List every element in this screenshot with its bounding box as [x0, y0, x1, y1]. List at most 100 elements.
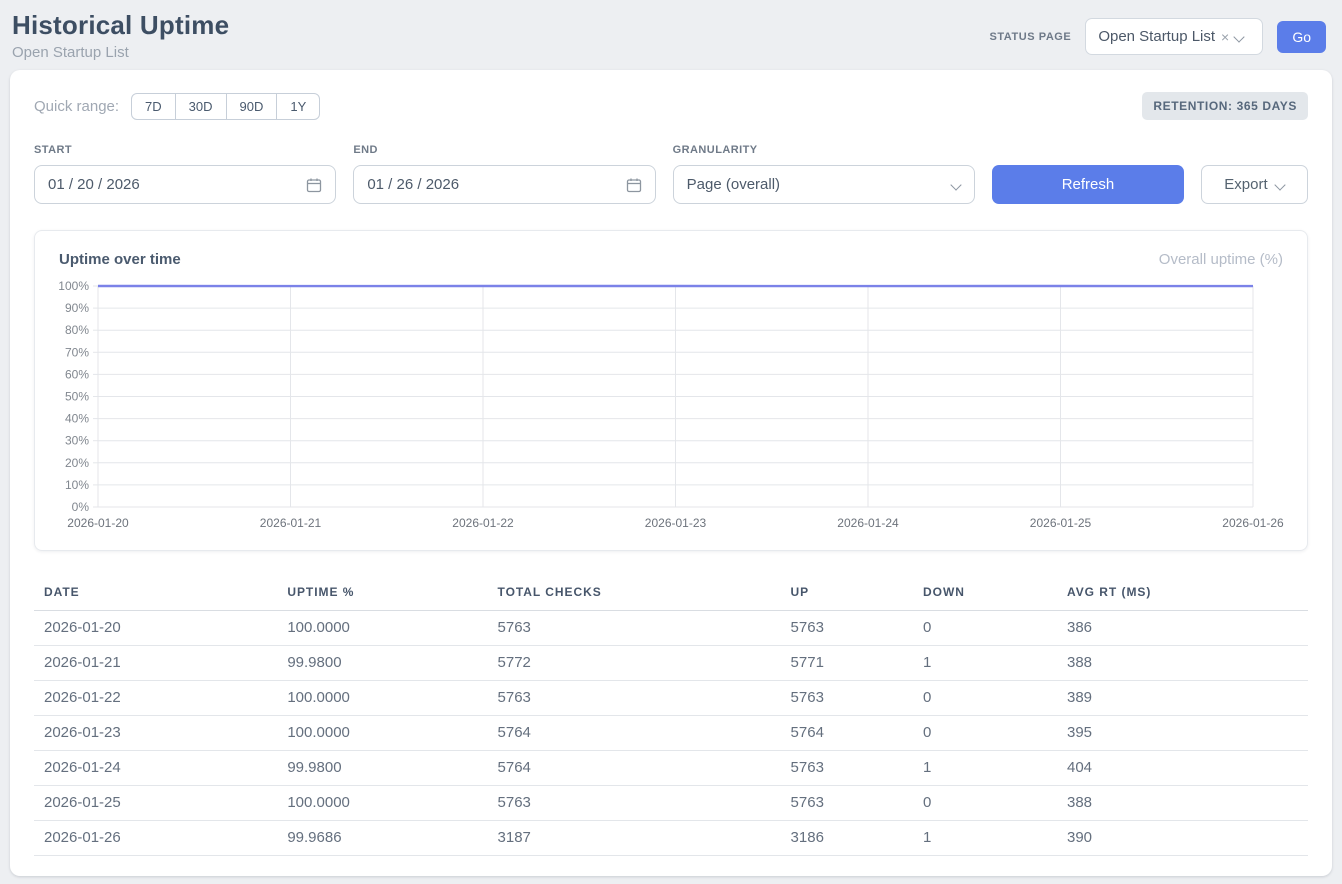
- quick-range-7d[interactable]: 7D: [131, 93, 176, 120]
- table-row: 2026-01-2699.9686318731861390: [34, 821, 1308, 856]
- table-cell: 100.0000: [277, 611, 487, 646]
- table-cell: 388: [1057, 646, 1308, 681]
- table-cell: 389: [1057, 681, 1308, 716]
- column-header: UP: [781, 575, 913, 611]
- calendar-icon[interactable]: [626, 177, 642, 193]
- table-cell: 5772: [488, 646, 781, 681]
- table-cell: 5763: [781, 786, 913, 821]
- table-cell: 386: [1057, 611, 1308, 646]
- table-cell: 404: [1057, 751, 1308, 786]
- chart-card: Uptime over time Overall uptime (%) 0%10…: [34, 230, 1308, 551]
- granularity-field: GRANULARITY Page (overall): [673, 144, 975, 204]
- table-cell: 3187: [488, 821, 781, 856]
- table-cell: 2026-01-26: [34, 821, 277, 856]
- table-body: 2026-01-20100.00005763576303862026-01-21…: [34, 611, 1308, 856]
- table-row: 2026-01-22100.0000576357630389: [34, 681, 1308, 716]
- fields-row: START 01 / 20 / 2026 END 01 / 26 / 2026: [34, 144, 1308, 204]
- page-title: Historical Uptime: [12, 10, 229, 41]
- table-cell: 100.0000: [277, 681, 487, 716]
- export-button[interactable]: Export: [1201, 165, 1308, 204]
- svg-text:40%: 40%: [65, 412, 89, 426]
- page-subtitle: Open Startup List: [12, 44, 229, 61]
- chart-legend: Overall uptime (%): [1159, 251, 1283, 268]
- table-cell: 99.9800: [277, 751, 487, 786]
- title-block: Historical Uptime Open Startup List: [12, 10, 229, 61]
- chevron-down-icon: [1276, 180, 1285, 189]
- table-head: DATEUPTIME %TOTAL CHECKSUPDOWNAVG RT (MS…: [34, 575, 1308, 611]
- go-button[interactable]: Go: [1277, 21, 1326, 53]
- retention-badge: RETENTION: 365 DAYS: [1142, 92, 1308, 120]
- table-cell: 5763: [488, 786, 781, 821]
- start-date-label: START: [34, 144, 336, 156]
- chevron-down-icon: [1235, 32, 1244, 41]
- status-page-select[interactable]: Open Startup List ×: [1085, 18, 1263, 55]
- column-header: UPTIME %: [277, 575, 487, 611]
- header-right: STATUS PAGE Open Startup List × Go: [989, 18, 1326, 55]
- table-cell: 5764: [781, 716, 913, 751]
- table-cell: 5763: [781, 611, 913, 646]
- table-row: 2026-01-2499.9800576457631404: [34, 751, 1308, 786]
- table-header-row: DATEUPTIME %TOTAL CHECKSUPDOWNAVG RT (MS…: [34, 575, 1308, 611]
- table-cell: 100.0000: [277, 716, 487, 751]
- svg-text:2026-01-26: 2026-01-26: [1222, 516, 1284, 530]
- svg-text:50%: 50%: [65, 390, 89, 404]
- controls-top: Quick range: 7D30D90D1Y RETENTION: 365 D…: [34, 92, 1308, 120]
- table-cell: 100.0000: [277, 786, 487, 821]
- table-cell: 390: [1057, 821, 1308, 856]
- table-cell: 1: [913, 821, 1057, 856]
- chart-title: Uptime over time: [59, 251, 181, 268]
- table-cell: 5763: [781, 681, 913, 716]
- table-cell: 2026-01-23: [34, 716, 277, 751]
- end-date-label: END: [353, 144, 655, 156]
- status-page-value: Open Startup List: [1098, 28, 1215, 45]
- table-cell: 5771: [781, 646, 913, 681]
- table-cell: 0: [913, 611, 1057, 646]
- end-date-input[interactable]: 01 / 26 / 2026: [353, 165, 655, 204]
- uptime-chart: 0%10%20%30%40%50%60%70%80%90%100%2026-01…: [59, 278, 1285, 540]
- table-cell: 2026-01-22: [34, 681, 277, 716]
- granularity-label: GRANULARITY: [673, 144, 975, 156]
- svg-text:2026-01-21: 2026-01-21: [260, 516, 322, 530]
- granularity-value: Page (overall): [687, 176, 780, 193]
- chevron-down-icon: [952, 180, 961, 189]
- quick-range-block: Quick range: 7D30D90D1Y: [34, 93, 320, 120]
- uptime-table: DATEUPTIME %TOTAL CHECKSUPDOWNAVG RT (MS…: [34, 575, 1308, 856]
- svg-text:80%: 80%: [65, 323, 89, 337]
- quick-range-1y[interactable]: 1Y: [276, 93, 320, 120]
- svg-text:2026-01-23: 2026-01-23: [645, 516, 707, 530]
- svg-text:30%: 30%: [65, 434, 89, 448]
- table-cell: 5763: [781, 751, 913, 786]
- quick-range-30d[interactable]: 30D: [175, 93, 227, 120]
- clear-icon[interactable]: ×: [1221, 30, 1229, 44]
- table-cell: 388: [1057, 786, 1308, 821]
- end-date-value: 01 / 26 / 2026: [367, 176, 459, 193]
- table-cell: 3186: [781, 821, 913, 856]
- table-cell: 0: [913, 681, 1057, 716]
- table-cell: 0: [913, 786, 1057, 821]
- table-row: 2026-01-23100.0000576457640395: [34, 716, 1308, 751]
- table-cell: 1: [913, 646, 1057, 681]
- svg-text:100%: 100%: [58, 279, 89, 293]
- chart-head: Uptime over time Overall uptime (%): [59, 251, 1283, 268]
- granularity-select[interactable]: Page (overall): [673, 165, 975, 204]
- status-page-label: STATUS PAGE: [989, 31, 1071, 43]
- table-row: 2026-01-25100.0000576357630388: [34, 786, 1308, 821]
- quick-range-90d[interactable]: 90D: [226, 93, 278, 120]
- calendar-icon[interactable]: [306, 177, 322, 193]
- start-date-input[interactable]: 01 / 20 / 2026: [34, 165, 336, 204]
- table-row: 2026-01-20100.0000576357630386: [34, 611, 1308, 646]
- table-cell: 1: [913, 751, 1057, 786]
- refresh-button[interactable]: Refresh: [992, 165, 1184, 204]
- svg-text:2026-01-22: 2026-01-22: [452, 516, 514, 530]
- svg-text:2026-01-20: 2026-01-20: [67, 516, 129, 530]
- quick-range-label: Quick range:: [34, 98, 119, 115]
- page-header: Historical Uptime Open Startup List STAT…: [0, 0, 1342, 70]
- main-panel: Quick range: 7D30D90D1Y RETENTION: 365 D…: [10, 70, 1332, 876]
- start-date-value: 01 / 20 / 2026: [48, 176, 140, 193]
- end-date-field: END 01 / 26 / 2026: [353, 144, 655, 204]
- svg-text:2026-01-24: 2026-01-24: [837, 516, 899, 530]
- column-header: DATE: [34, 575, 277, 611]
- table-cell: 2026-01-24: [34, 751, 277, 786]
- table-cell: 5764: [488, 751, 781, 786]
- svg-text:10%: 10%: [65, 478, 89, 492]
